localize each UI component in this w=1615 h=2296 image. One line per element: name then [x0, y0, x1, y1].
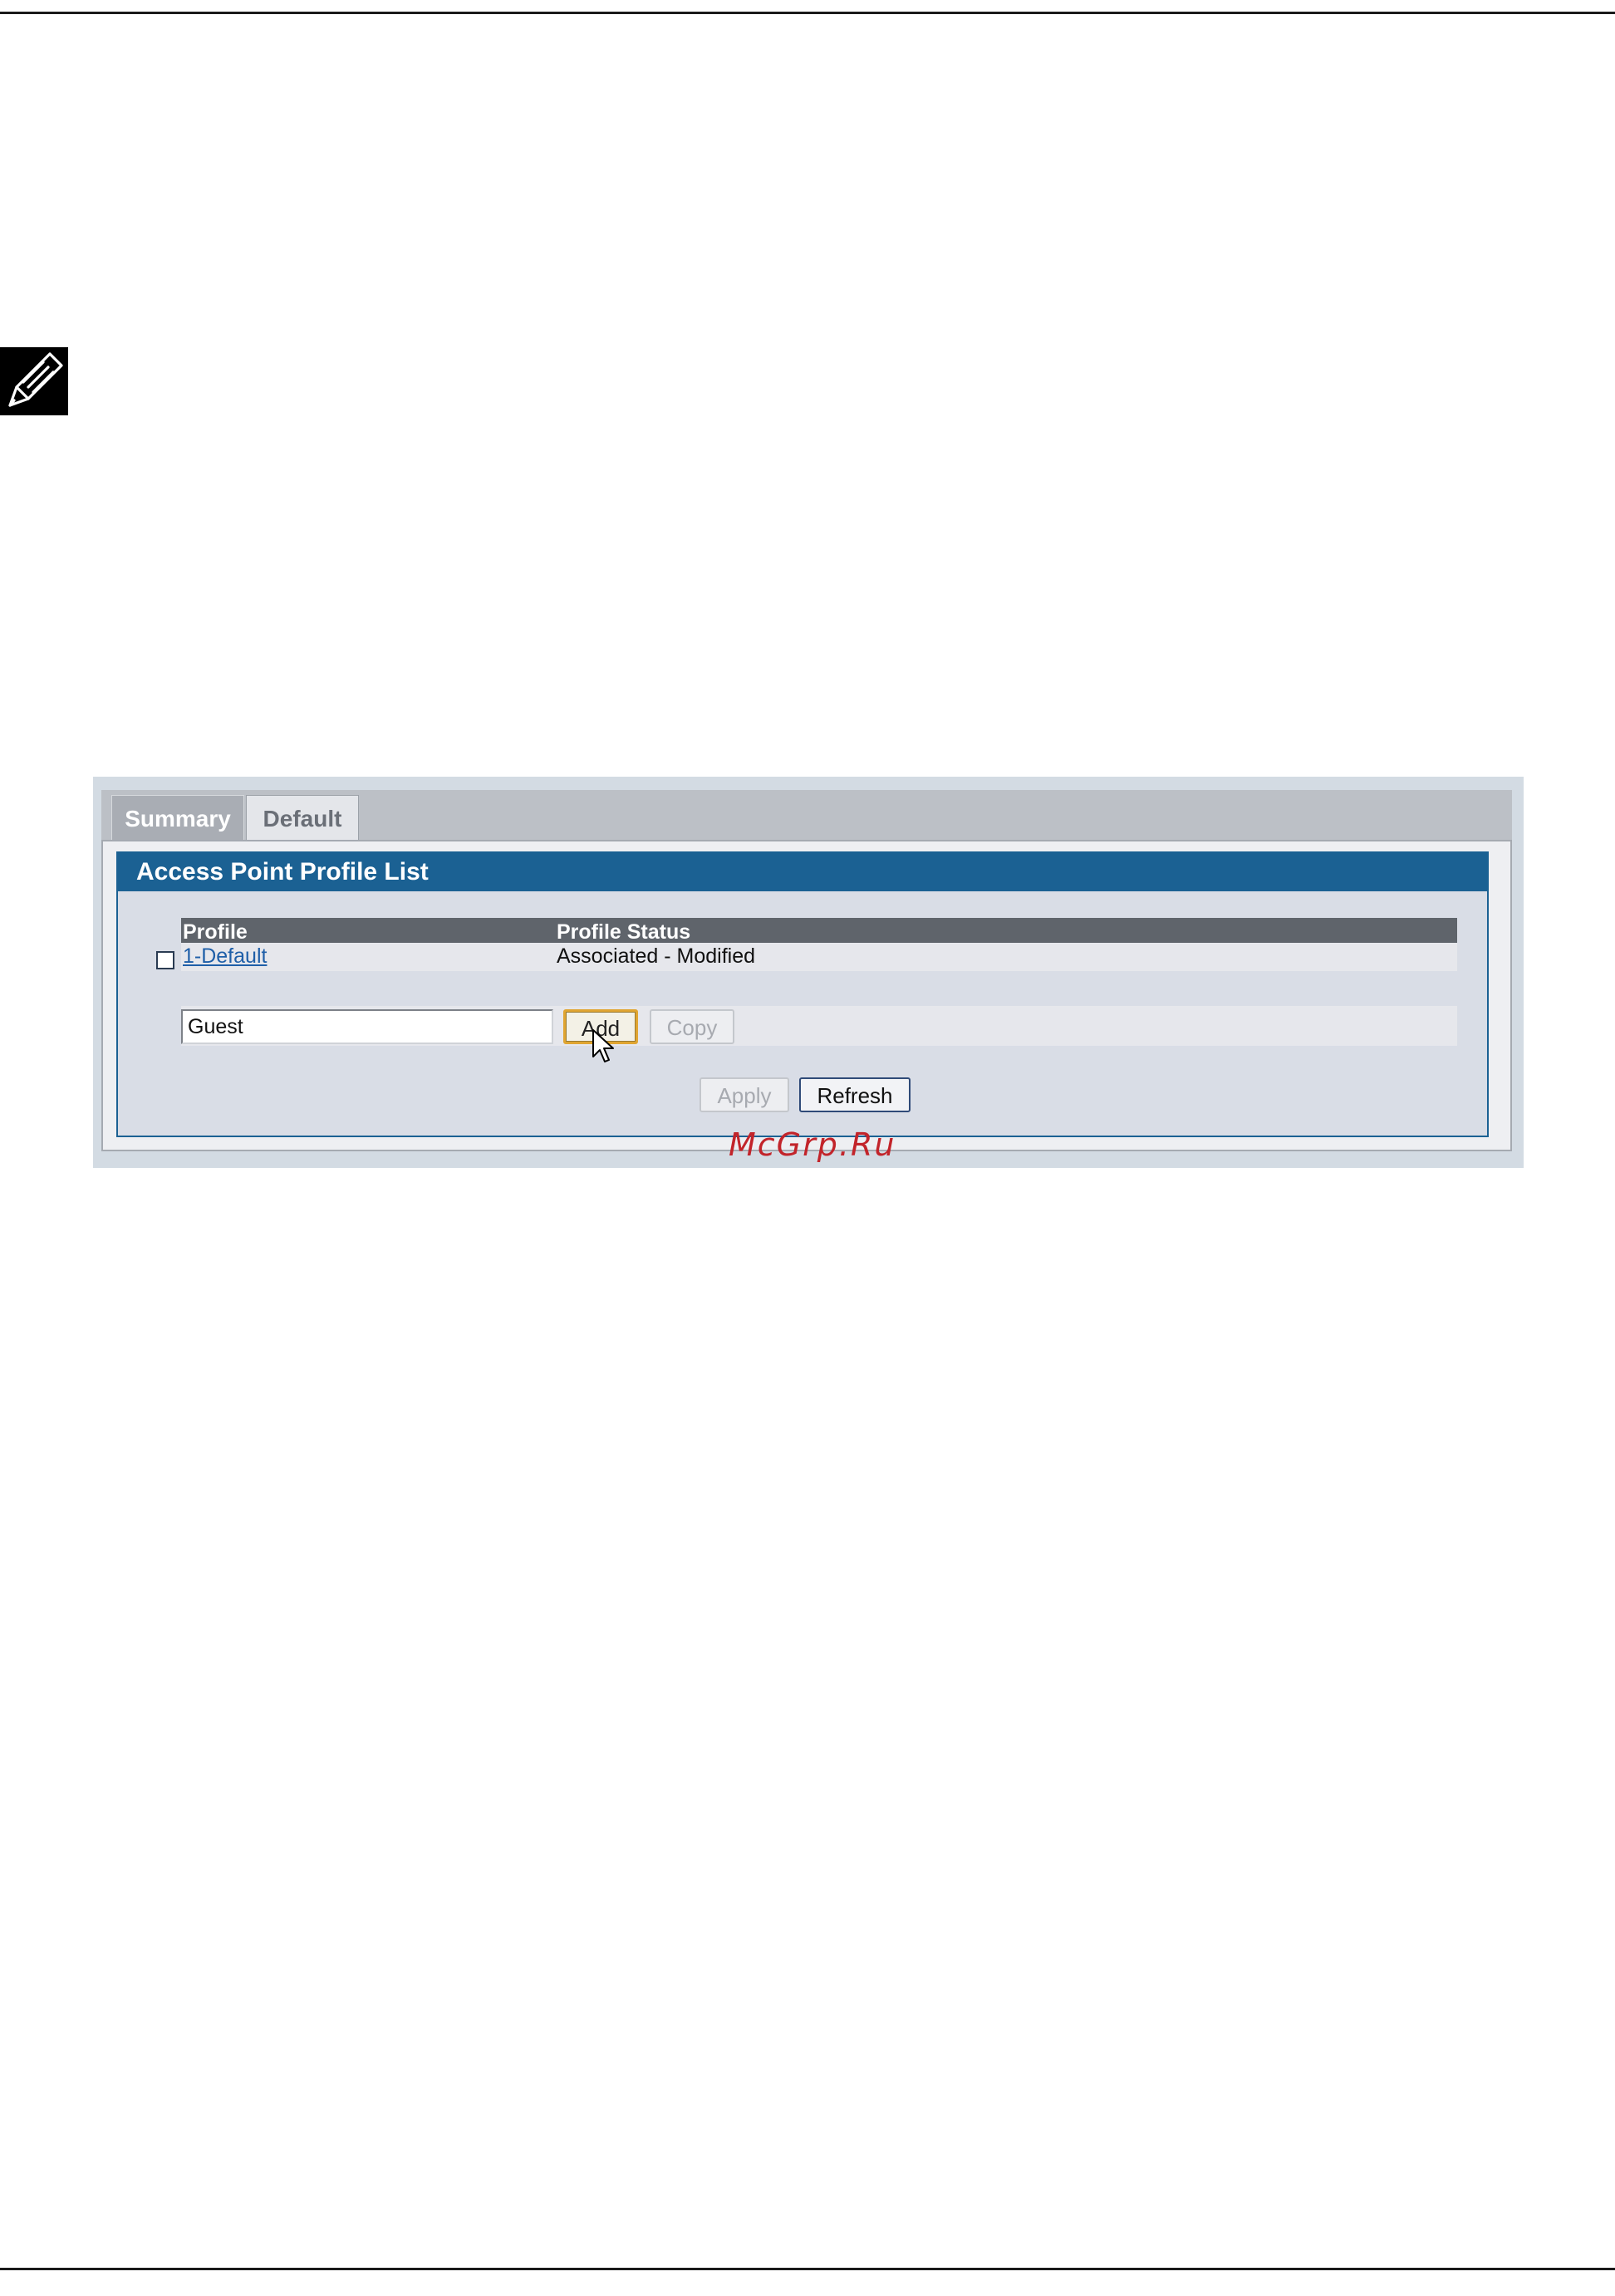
pencil-note-icon — [0, 347, 68, 415]
top-rule — [0, 12, 1615, 14]
mouse-pointer-icon — [592, 1028, 616, 1065]
bottom-rule — [0, 2268, 1615, 2270]
row-select-checkbox[interactable] — [156, 951, 174, 969]
apply-button[interactable]: Apply — [700, 1077, 789, 1112]
profile-status: Associated - Modified — [557, 944, 756, 968]
tab-bar: Summary Default — [101, 790, 1512, 841]
panel-title: Access Point Profile List — [118, 853, 1487, 891]
copy-button[interactable]: Copy — [650, 1009, 734, 1044]
table-row: 1-Default Associated - Modified — [181, 943, 1457, 971]
column-header-profile: Profile — [183, 920, 248, 944]
profile-list-panel: Access Point Profile List Profile Profil… — [116, 851, 1489, 1137]
column-header-profile-status: Profile Status — [557, 920, 691, 944]
table-header: Profile Profile Status — [181, 918, 1457, 944]
profile-link[interactable]: 1-Default — [183, 943, 267, 969]
tab-content: Access Point Profile List Profile Profil… — [101, 840, 1512, 1151]
refresh-button[interactable]: Refresh — [799, 1077, 911, 1112]
watermark: McGrp.Ru — [729, 1126, 896, 1163]
app-screenshot: Summary Default Access Point Profile Lis… — [93, 777, 1524, 1168]
profile-name-input[interactable] — [181, 1009, 553, 1044]
tab-summary[interactable]: Summary — [111, 795, 244, 841]
tab-default[interactable]: Default — [246, 795, 359, 841]
